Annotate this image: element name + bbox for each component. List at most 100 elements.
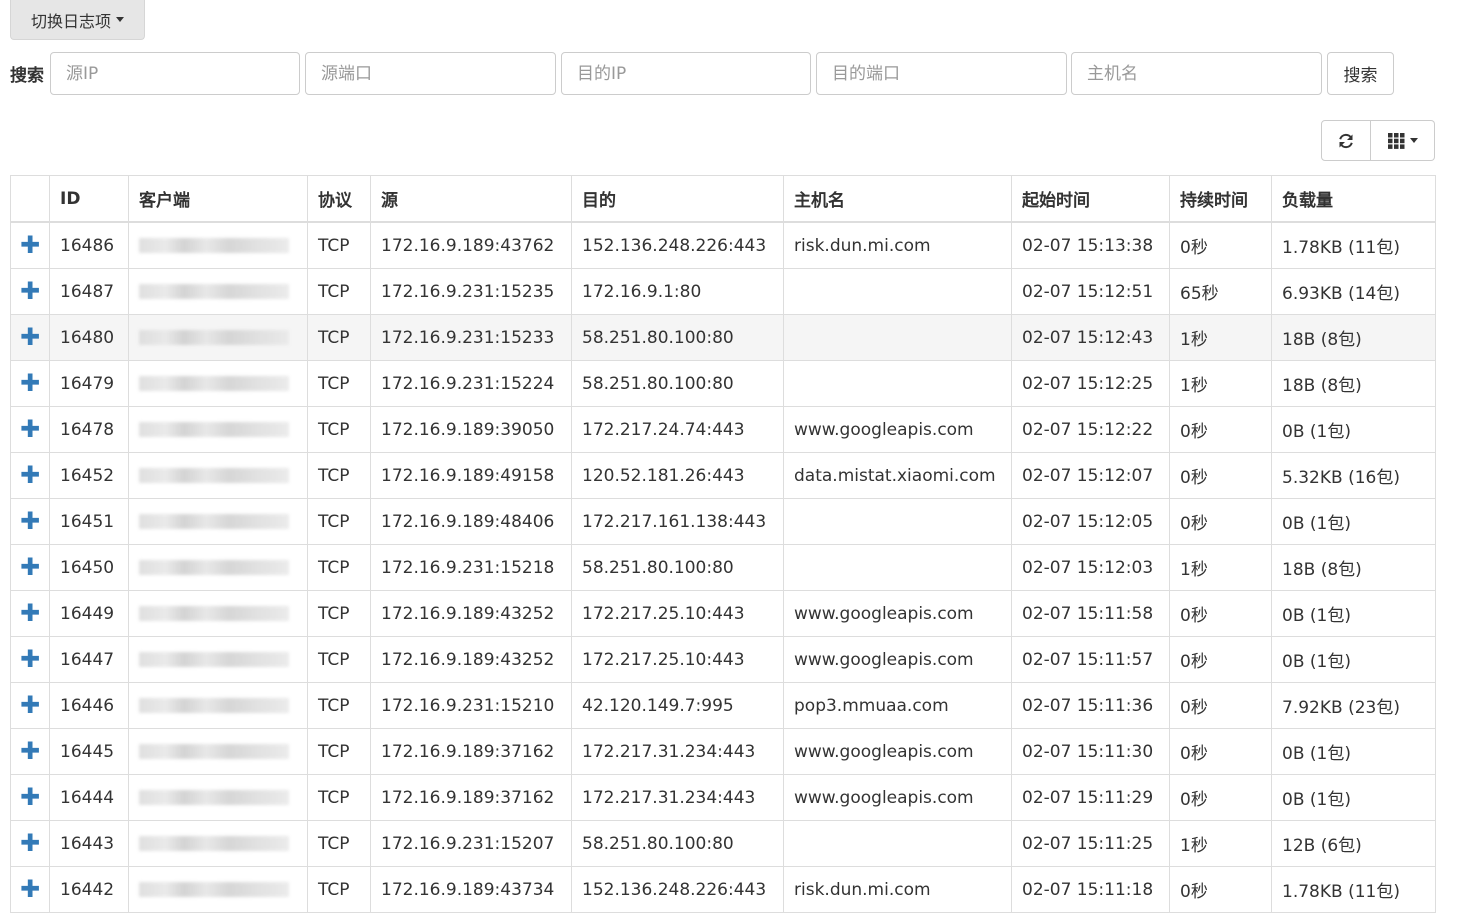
cell-protocol: TCP xyxy=(307,682,371,729)
cell-duration: 65秒 xyxy=(1169,268,1272,315)
expand-plus-icon[interactable]: ✚ xyxy=(20,323,40,351)
expand-plus-icon[interactable]: ✚ xyxy=(20,783,40,811)
table-row[interactable]: ✚ 16451 TCP 172.16.9.189:48406 172.217.161.1… xyxy=(10,498,1436,545)
cell-client xyxy=(128,774,308,821)
expand-plus-icon[interactable]: ✚ xyxy=(20,507,40,535)
table-row[interactable]: ✚ 16447 TCP 172.16.9.189:43252 172.217.25.10… xyxy=(10,636,1436,683)
expand-cell[interactable]: ✚ xyxy=(10,268,50,315)
cell-source: 172.16.9.189:49158 xyxy=(370,452,572,499)
table-row[interactable]: ✚ 16487 TCP 172.16.9.231:15235 172.16.9.1:80… xyxy=(10,268,1436,315)
cell-source: 172.16.9.189:43252 xyxy=(370,636,572,683)
header-duration[interactable]: 持续时间 xyxy=(1169,175,1272,223)
table-row[interactable]: ✚ 16480 TCP 172.16.9.231:15233 58.251.80.100… xyxy=(10,314,1436,361)
expand-plus-icon[interactable]: ✚ xyxy=(20,369,40,397)
expand-cell[interactable]: ✚ xyxy=(10,774,50,821)
cell-hostname xyxy=(783,544,1012,591)
src-port-input[interactable] xyxy=(305,52,556,95)
expand-plus-icon[interactable]: ✚ xyxy=(20,461,40,489)
cell-destination: 58.251.80.100:80 xyxy=(571,314,784,361)
expand-cell[interactable]: ✚ xyxy=(10,820,50,867)
expand-cell[interactable]: ✚ xyxy=(10,544,50,591)
header-id[interactable]: ID xyxy=(49,175,129,223)
cell-client xyxy=(128,406,308,453)
table-row[interactable]: ✚ 16444 TCP 172.16.9.189:37162 172.217.31.23… xyxy=(10,774,1436,821)
expand-cell[interactable]: ✚ xyxy=(10,314,50,361)
expand-plus-icon[interactable]: ✚ xyxy=(20,277,40,305)
table-row[interactable]: ✚ 16445 TCP 172.16.9.189:37162 172.217.31.23… xyxy=(10,728,1436,775)
table-row[interactable]: ✚ 16446 TCP 172.16.9.231:15210 42.120.149.7:… xyxy=(10,682,1436,729)
expand-cell[interactable]: ✚ xyxy=(10,498,50,545)
caret-down-icon xyxy=(1409,138,1418,143)
header-protocol[interactable]: 协议 xyxy=(307,175,371,223)
dst-port-input[interactable] xyxy=(816,52,1067,95)
expand-cell[interactable]: ✚ xyxy=(10,360,50,407)
cell-start-time: 02-07 15:11:18 xyxy=(1011,866,1170,913)
cell-source: 172.16.9.231:15235 xyxy=(370,268,572,315)
expand-cell[interactable]: ✚ xyxy=(10,221,50,269)
columns-toggle-button[interactable] xyxy=(1371,120,1435,161)
cell-id: 16451 xyxy=(49,498,129,545)
refresh-button[interactable] xyxy=(1321,120,1371,161)
cell-duration: 1秒 xyxy=(1169,360,1272,407)
header-start-time[interactable]: 起始时间 xyxy=(1011,175,1170,223)
hostname-input[interactable] xyxy=(1071,52,1322,95)
header-source[interactable]: 源 xyxy=(370,175,572,223)
cell-start-time: 02-07 15:11:57 xyxy=(1011,636,1170,683)
cell-source: 172.16.9.189:39050 xyxy=(370,406,572,453)
table-row[interactable]: ✚ 16479 TCP 172.16.9.231:15224 58.251.80.100… xyxy=(10,360,1436,407)
cell-hostname xyxy=(783,314,1012,361)
expand-plus-icon[interactable]: ✚ xyxy=(20,691,40,719)
expand-cell[interactable]: ✚ xyxy=(10,728,50,775)
cell-client xyxy=(128,268,308,315)
header-hostname[interactable]: 主机名 xyxy=(783,175,1012,223)
search-button[interactable]: 搜索 xyxy=(1327,52,1394,95)
table-row[interactable]: ✚ 16449 TCP 172.16.9.189:43252 172.217.25.10… xyxy=(10,590,1436,637)
cell-start-time: 02-07 15:12:05 xyxy=(1011,498,1170,545)
cell-payload: 0B (1包) xyxy=(1271,774,1436,821)
table-row[interactable]: ✚ 16478 TCP 172.16.9.189:39050 172.217.24.74… xyxy=(10,406,1436,453)
client-redacted xyxy=(139,468,289,483)
expand-plus-icon[interactable]: ✚ xyxy=(20,553,40,581)
expand-cell[interactable]: ✚ xyxy=(10,866,50,913)
table-row[interactable]: ✚ 16450 TCP 172.16.9.231:15218 58.251.80.100… xyxy=(10,544,1436,591)
caret-down-icon xyxy=(116,17,124,22)
header-payload[interactable]: 负载量 xyxy=(1271,175,1436,223)
expand-cell[interactable]: ✚ xyxy=(10,636,50,683)
cell-protocol: TCP xyxy=(307,820,371,867)
header-destination[interactable]: 目的 xyxy=(571,175,784,223)
cell-client xyxy=(128,728,308,775)
expand-plus-icon[interactable]: ✚ xyxy=(20,231,40,259)
expand-cell[interactable]: ✚ xyxy=(10,406,50,453)
expand-plus-icon[interactable]: ✚ xyxy=(20,829,40,857)
table-row[interactable]: ✚ 16443 TCP 172.16.9.231:15207 58.251.80.100… xyxy=(10,820,1436,867)
dst-ip-input[interactable] xyxy=(561,52,811,95)
header-client[interactable]: 客户端 xyxy=(128,175,308,223)
cell-duration: 1秒 xyxy=(1169,544,1272,591)
expand-plus-icon[interactable]: ✚ xyxy=(20,599,40,627)
cell-client xyxy=(128,498,308,545)
expand-cell[interactable]: ✚ xyxy=(10,452,50,499)
cell-payload: 0B (1包) xyxy=(1271,498,1436,545)
table-row[interactable]: ✚ 16452 TCP 172.16.9.189:49158 120.52.181.26… xyxy=(10,452,1436,499)
expand-plus-icon[interactable]: ✚ xyxy=(20,737,40,765)
src-ip-input[interactable] xyxy=(50,52,300,95)
expand-cell[interactable]: ✚ xyxy=(10,590,50,637)
search-label: 搜索 xyxy=(10,66,44,86)
expand-plus-icon[interactable]: ✚ xyxy=(20,415,40,443)
cell-start-time: 02-07 15:12:03 xyxy=(1011,544,1170,591)
expand-plus-icon[interactable]: ✚ xyxy=(20,645,40,673)
cell-destination: 58.251.80.100:80 xyxy=(571,820,784,867)
cell-start-time: 02-07 15:12:51 xyxy=(1011,268,1170,315)
header-expand xyxy=(10,175,50,223)
cell-duration: 0秒 xyxy=(1169,636,1272,683)
cell-protocol: TCP xyxy=(307,268,371,315)
cell-destination: 58.251.80.100:80 xyxy=(571,360,784,407)
cell-client xyxy=(128,590,308,637)
switch-log-items-button[interactable]: 切换日志项 xyxy=(10,0,145,40)
table-row[interactable]: ✚ 16486 TCP 172.16.9.189:43762 152.136.248.2… xyxy=(10,221,1436,269)
expand-plus-icon[interactable]: ✚ xyxy=(20,875,40,903)
cell-source: 172.16.9.231:15224 xyxy=(370,360,572,407)
cell-protocol: TCP xyxy=(307,406,371,453)
expand-cell[interactable]: ✚ xyxy=(10,682,50,729)
table-row[interactable]: ✚ 16442 TCP 172.16.9.189:43734 152.136.248.2… xyxy=(10,866,1436,913)
